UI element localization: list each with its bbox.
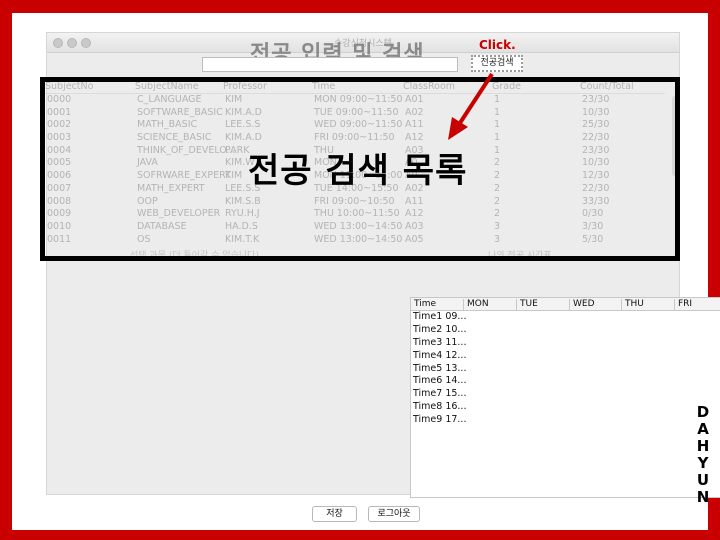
watermark-letter: N [696,488,710,506]
watermark-letter: A [697,420,709,438]
side-watermark: DAHYUN [696,404,710,506]
watermark-letter: Y [697,454,709,472]
watermark-letter: H [696,437,710,455]
watermark-letter: U [696,471,710,489]
watermark-letter: D [696,403,710,421]
annotation-arrow-icon [448,72,494,140]
